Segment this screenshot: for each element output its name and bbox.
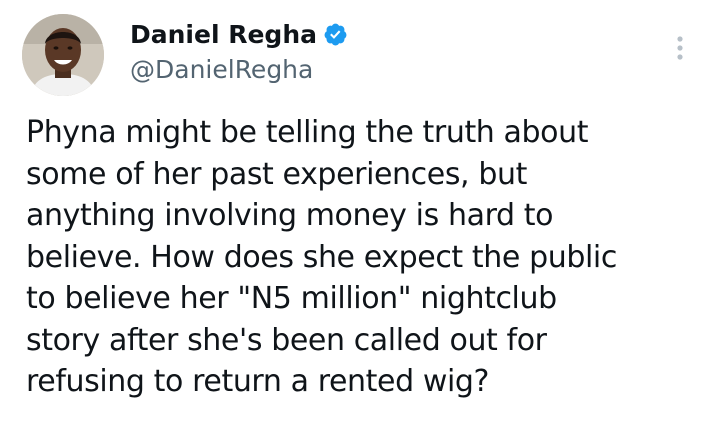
tweet-text-line: believe. How does she expect the public — [26, 239, 617, 275]
avatar-image — [22, 14, 104, 96]
tweet-text-line: to believe her "N5 million" nightclub — [26, 281, 557, 316]
tweet-text-line: refusing to return a rented wig? — [26, 364, 490, 399]
tweet-text-line: Phyna might be telling the truth about — [26, 115, 589, 150]
tweet-text-line: some of her past experiences, but — [26, 156, 527, 192]
author-handle[interactable]: @DanielRegha — [130, 55, 313, 84]
tweet-text-line: story after she's been called out for — [26, 322, 547, 358]
tweet-card: Daniel Regha @DanielRegha Phyna might be… — [0, 0, 718, 443]
more-options-icon[interactable] — [668, 30, 692, 66]
author-display-name[interactable]: Daniel Regha — [130, 20, 317, 49]
tweet-text: Phyna might be telling the truth about s… — [26, 112, 706, 403]
avatar[interactable] — [22, 14, 104, 96]
tweet-text-line: anything involving money is hard to — [26, 198, 554, 233]
verified-badge-icon — [324, 23, 347, 45]
author-name-row: Daniel Regha — [130, 17, 348, 51]
